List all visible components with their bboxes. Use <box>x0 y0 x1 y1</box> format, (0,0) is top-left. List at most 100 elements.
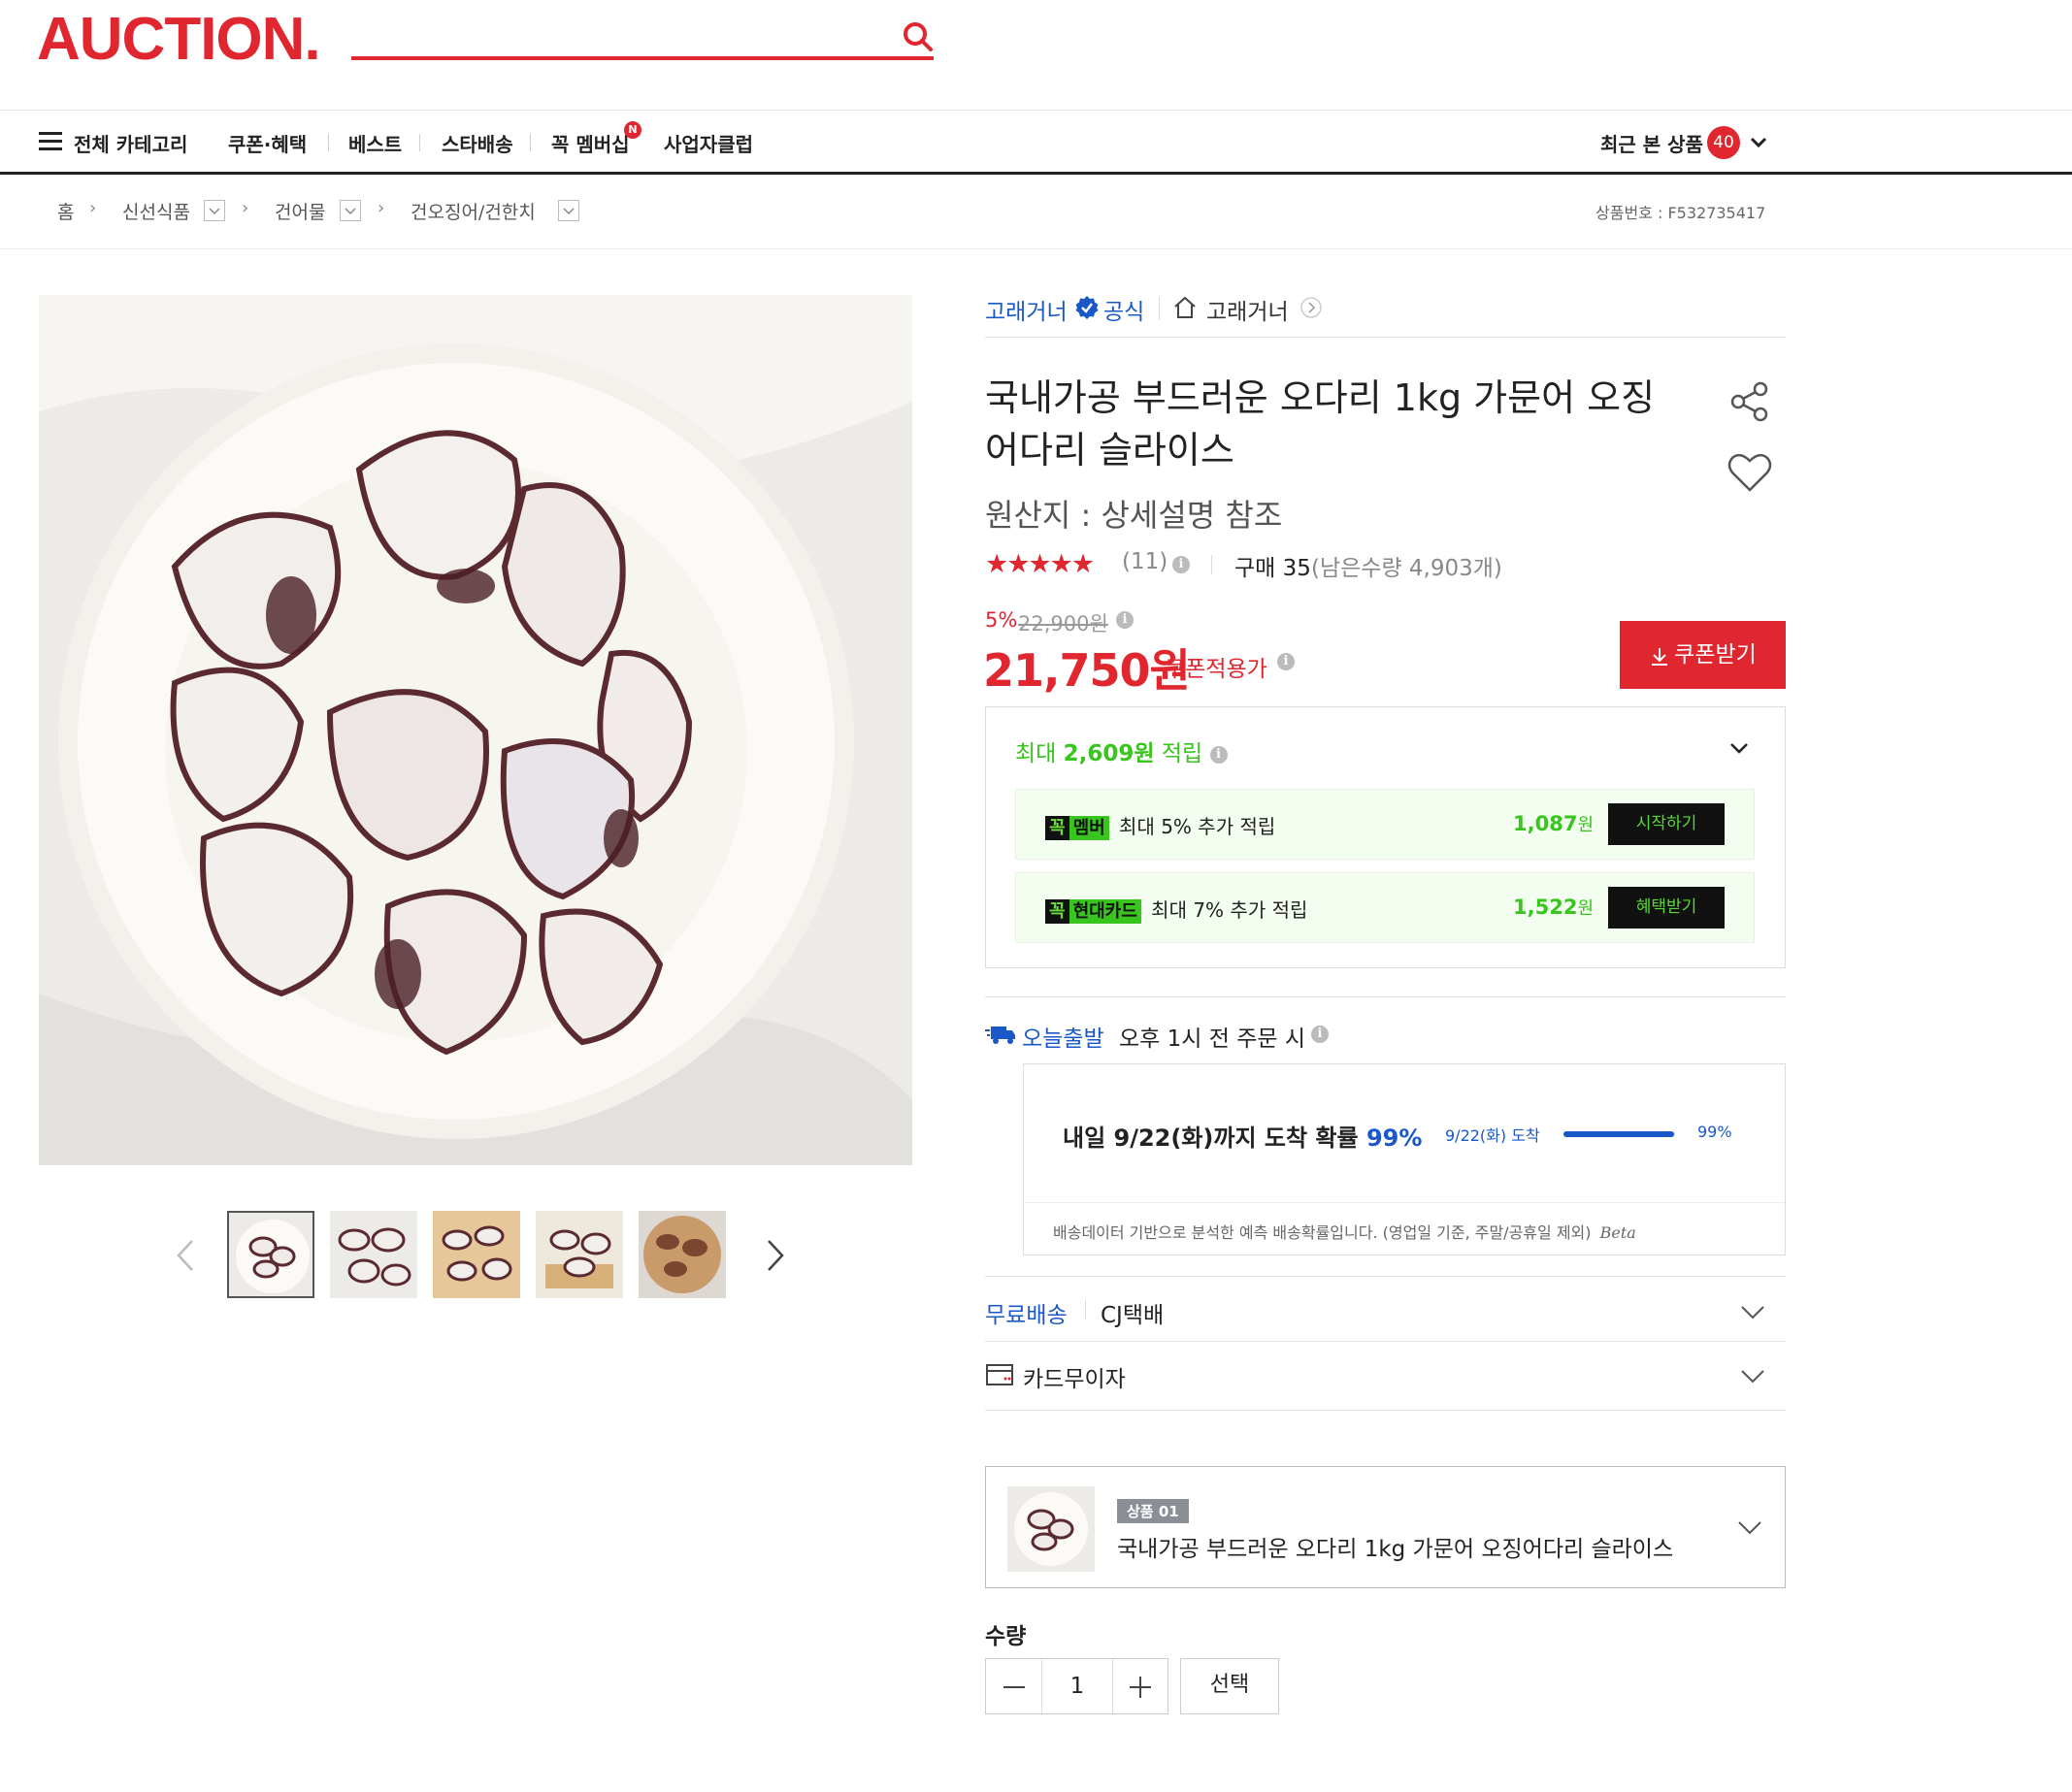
origin-text: 원산지 : 상세설명 참조 <box>985 497 1283 534</box>
product-main-image[interactable] <box>39 295 912 1165</box>
quantity-input[interactable]: 1 <box>1042 1659 1112 1713</box>
all-categories-link[interactable]: 전체 카테고리 <box>74 129 187 157</box>
info-icon[interactable]: i <box>1172 556 1190 573</box>
recent-count-badge: 40 <box>1707 126 1740 159</box>
card-icon <box>986 1364 1013 1385</box>
thumbnail-3[interactable] <box>433 1211 520 1298</box>
arrival-text-wrap: 내일 9/22(화)까지 도착 확률 99% <box>1063 1119 1422 1153</box>
option-tag: 상품 01 <box>1117 1499 1189 1523</box>
nav-separator <box>419 134 420 151</box>
heart-icon[interactable] <box>1727 451 1773 494</box>
breadcrumb-arrow-icon: › <box>89 198 97 218</box>
reward-amount-value: 1,522 <box>1513 896 1578 919</box>
prev-arrow-icon[interactable] <box>175 1239 196 1272</box>
product-title: 국내가공 부드러운 오다리 1kg 가문어 오징어다리 슬라이스 <box>985 376 1656 472</box>
bar-date-label: 9/22(화) 도착 <box>1445 1126 1540 1145</box>
info-icon[interactable]: i <box>1311 1026 1329 1043</box>
bar-percent-label: 99% <box>1697 1123 1732 1141</box>
thumbnail-4[interactable] <box>536 1211 623 1298</box>
nav-item-coupon[interactable]: 쿠폰·혜택 <box>228 129 307 157</box>
coupon-price-label: 쿠폰적용가 <box>1165 657 1267 682</box>
section-divider <box>985 1410 1786 1411</box>
plus-icon[interactable] <box>1127 1674 1154 1701</box>
chevron-down-icon[interactable] <box>1727 736 1751 760</box>
search-icon[interactable] <box>901 19 936 54</box>
reward-row-amount: 1,522원 <box>1513 895 1594 920</box>
today-shipping-condition: 오후 1시 전 주문 시 <box>1119 1026 1305 1052</box>
nav-item-membership[interactable]: 꼭 멤버십 <box>551 129 630 157</box>
seller-divider <box>985 337 1786 338</box>
recent-products-link[interactable]: 최근 본 상품 <box>1600 129 1703 157</box>
reward-header[interactable]: 최대 2,609원 적립 i <box>1015 734 1228 767</box>
shipping-separator <box>1085 1300 1086 1320</box>
chevron-down-icon[interactable] <box>1739 1364 1766 1387</box>
nav-item-best[interactable]: 베스트 <box>348 129 402 157</box>
option-selector[interactable]: 상품 01 국내가공 부드러운 오다리 1kg 가문어 오징어다리 슬라이스 <box>985 1466 1786 1588</box>
nav-separator <box>530 134 531 151</box>
reward-amount-value: 1,087 <box>1513 812 1578 835</box>
chevron-right-circle-icon[interactable] <box>1300 297 1322 318</box>
reward-row-text: 최대 5% 추가 적립 <box>1119 815 1276 838</box>
arrival-text: 내일 9/22(화)까지 도착 확률 <box>1063 1124 1359 1152</box>
next-arrow-icon[interactable] <box>765 1239 786 1272</box>
coupon-download-button[interactable]: 쿠폰받기 <box>1620 621 1786 689</box>
reward-amount-unit: 원 <box>1577 898 1594 919</box>
select-button[interactable]: 선택 <box>1180 1658 1279 1714</box>
official-label: 공식 <box>1103 300 1145 325</box>
review-count-link[interactable]: (11) <box>1122 549 1168 574</box>
free-shipping-label: 무료배송 <box>985 1303 1068 1328</box>
stock-remaining: (남은수량 4,903개) <box>1311 556 1502 581</box>
truck-icon <box>985 1026 1015 1044</box>
breadcrumb-dropdown[interactable] <box>340 200 361 221</box>
reward-suffix: 적립 <box>1161 741 1203 766</box>
reward-panel: 최대 2,609원 적립 i 꼭 멤버 최대 5% 추가 적립 1,087원 시작… <box>985 706 1786 968</box>
seller-separator <box>1159 297 1160 320</box>
info-icon[interactable]: i <box>1116 611 1134 629</box>
chevron-down-icon <box>563 208 575 215</box>
auction-logo[interactable]: AUCTION. <box>37 10 321 70</box>
today-shipping-label: 오늘출발 <box>1022 1026 1104 1052</box>
reward-row-membership: 꼭 멤버 최대 5% 추가 적립 1,087원 시작하기 <box>1015 789 1755 860</box>
thumbnail-2[interactable] <box>330 1211 417 1298</box>
rating-separator <box>1211 555 1212 574</box>
nav-item-star-delivery[interactable]: 스타배송 <box>442 129 513 157</box>
breadcrumb-fresh-food[interactable]: 신선식품 <box>122 198 190 224</box>
store-link[interactable]: 고래거너 <box>1206 293 1289 326</box>
breadcrumb-dropdown[interactable] <box>204 200 225 221</box>
menu-icon[interactable] <box>39 132 62 151</box>
sale-price: 21,750원 <box>983 644 1191 697</box>
search-input[interactable] <box>351 56 934 60</box>
header-divider <box>0 110 2072 111</box>
section-divider <box>985 996 1786 997</box>
thumbnail-1[interactable] <box>227 1211 314 1298</box>
breadcrumb-divider <box>0 248 2072 249</box>
arrival-percent: 99% <box>1365 1124 1423 1152</box>
thumbnail-5[interactable] <box>639 1211 726 1298</box>
reward-row-hyundai-card: 꼭 현대카드 최대 7% 추가 적립 1,522원 혜택받기 <box>1015 872 1755 943</box>
breadcrumb-home[interactable]: 홈 <box>57 198 74 224</box>
tag-member: 멤버 <box>1069 816 1109 840</box>
delivery-probability-panel: 내일 9/22(화)까지 도착 확률 99% 9/22(화) 도착 99% 배송… <box>1023 1063 1786 1255</box>
minus-icon[interactable] <box>1001 1674 1028 1701</box>
seller-name-link[interactable]: 고래거너 <box>985 293 1068 326</box>
product-number: 상품번호 : F532735417 <box>1595 204 1766 222</box>
nav-item-business-club[interactable]: 사업자클럽 <box>664 129 753 157</box>
breadcrumb-dropdown[interactable] <box>558 200 579 221</box>
chevron-down-icon <box>345 208 356 215</box>
option-thumbnail <box>1007 1486 1095 1572</box>
chevron-down-icon[interactable] <box>1736 1515 1763 1539</box>
share-icon[interactable] <box>1728 380 1771 423</box>
breadcrumb-dried-squid[interactable]: 건오징어/건한치 <box>411 198 536 224</box>
start-membership-button[interactable]: 시작하기 <box>1608 803 1725 845</box>
quantity-stepper: 1 <box>985 1658 1168 1714</box>
info-icon[interactable]: i <box>1209 745 1228 764</box>
option-name: 국내가공 부드러운 오다리 1kg 가문어 오징어다리 슬라이스 <box>1117 1537 1674 1562</box>
delivery-note-text: 배송데이터 기반으로 분석한 예측 배송확률입니다. (영업일 기준, 주말/공… <box>1053 1223 1592 1242</box>
rating-stars: ★★★★★ <box>985 549 1095 579</box>
reward-max-amount: 2,609원 <box>1063 741 1155 766</box>
chevron-down-icon[interactable] <box>1749 133 1768 152</box>
get-benefit-button[interactable]: 혜택받기 <box>1608 887 1725 929</box>
info-icon[interactable]: i <box>1277 653 1295 670</box>
breadcrumb-dried-seafood[interactable]: 건어물 <box>275 198 325 224</box>
chevron-down-icon[interactable] <box>1739 1300 1766 1323</box>
